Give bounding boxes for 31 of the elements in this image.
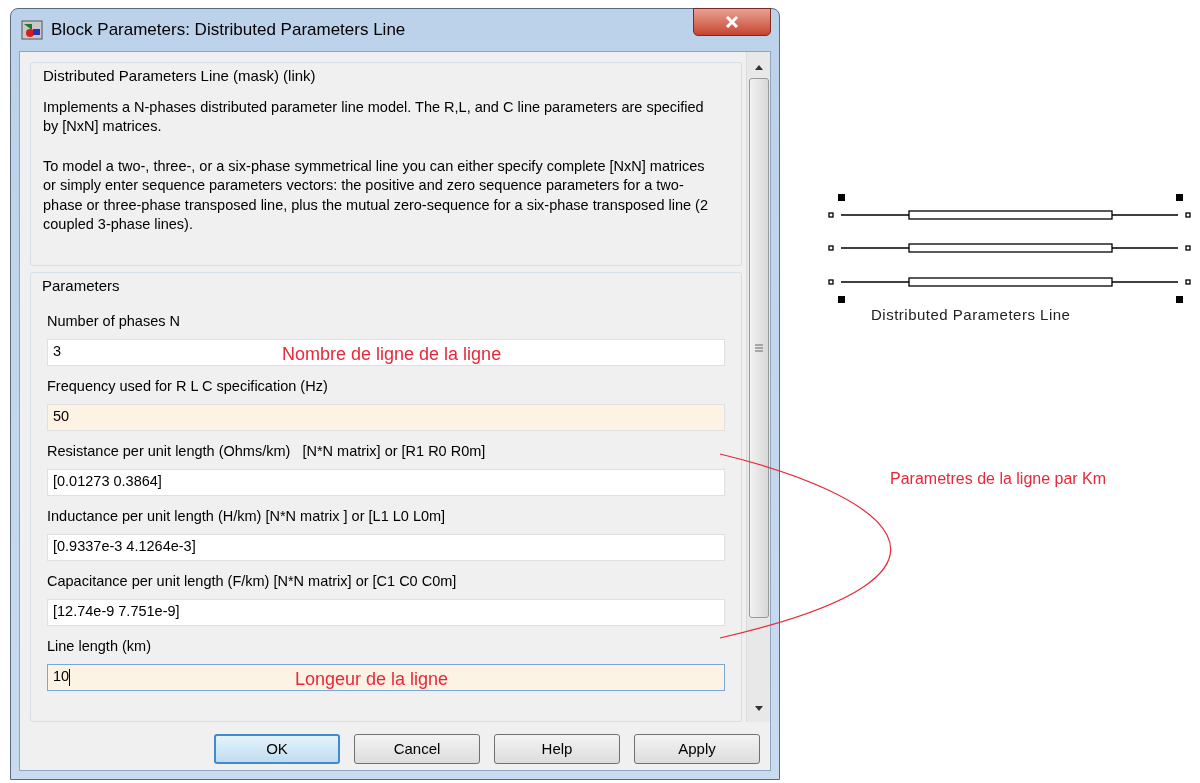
scrollbar-thumb[interactable] [748, 78, 769, 618]
scroll-up-icon[interactable] [753, 64, 764, 70]
group-title: Parameters [42, 276, 121, 296]
description-text: Implements a N-phases distributed parameter line model. The R,L, and C line parameters are specified by [NxN] matrices. [43, 97, 705, 136]
dialog-button[interactable]: Cancel [354, 734, 480, 764]
close-icon [725, 16, 739, 28]
field-label: Inductance per unit length (H/km) [N*N matrix ] or [L1 L0 L0m] [47, 506, 447, 526]
block-label: Distributed Parameters Line [871, 305, 1071, 325]
dialog-button[interactable]: Help [494, 734, 620, 764]
close-button[interactable] [693, 8, 771, 36]
field-label: Line length (km) [47, 636, 152, 656]
grip-icon [753, 344, 764, 352]
input-field[interactable]: 50 [47, 403, 725, 431]
annotation-text: Nombre de ligne de la ligne [282, 342, 502, 366]
app-icon [21, 20, 43, 40]
group-title: Distributed Parameters Line (mask) (link) [43, 66, 317, 86]
input-field[interactable]: [12.74e-9 7.751e-9] [47, 598, 725, 626]
scrollbar[interactable] [746, 52, 770, 722]
dialog-button[interactable]: OK [214, 734, 340, 764]
field-label: Number of phases N [47, 311, 181, 331]
annotation-text: Longeur de la ligne [295, 667, 449, 691]
description-text: To model a two-, three-, or a six-phase symmetrical line you can either specify complete [NxN] matrices or simply enter sequence parameters vectors: the positive and zero sequence parameters for a two-phase or three-phase transposed line, plus the mutual zero-sequence for a six-phase transposed line (2 coupled 3-phase lines). [43, 156, 709, 234]
input-field[interactable]: [0.9337e-3 4.1264e-3] [47, 533, 725, 561]
dialog-button[interactable]: Apply [634, 734, 760, 764]
window-title: Block Parameters: Distributed Parameters Line [51, 19, 406, 42]
field-label: Frequency used for R L C specification (Hz) [47, 376, 329, 396]
field-label: Capacitance per unit length (F/km) [N*N matrix] or [C1 C0 C0m] [47, 571, 458, 591]
field-label: Resistance per unit length (Ohms/km) [N*N matrix] or [R1 R0 R0m] [47, 441, 487, 461]
input-field[interactable]: [0.01273 0.3864] [47, 468, 725, 496]
annotation-text: Parametres de la ligne par Km [890, 469, 1107, 489]
scroll-down-icon[interactable] [753, 706, 764, 712]
